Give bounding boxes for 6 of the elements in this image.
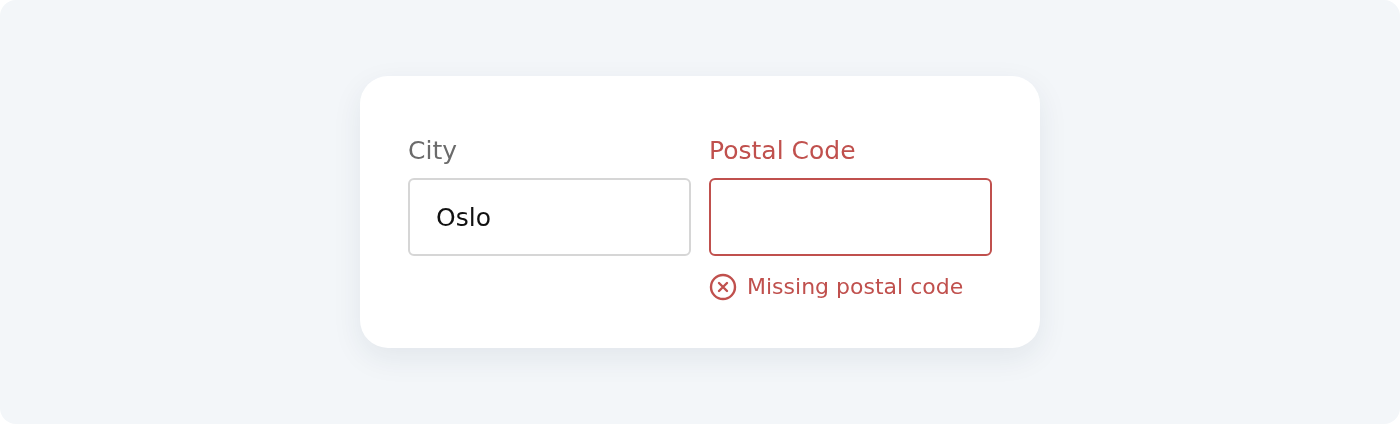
field-label: Postal Code xyxy=(709,136,856,166)
input-field[interactable] xyxy=(709,178,992,256)
error-icon xyxy=(709,272,737,301)
error-message: Missing postal code xyxy=(747,273,964,301)
field-label: City xyxy=(408,136,457,166)
input-field[interactable]: Oslo xyxy=(408,178,691,256)
